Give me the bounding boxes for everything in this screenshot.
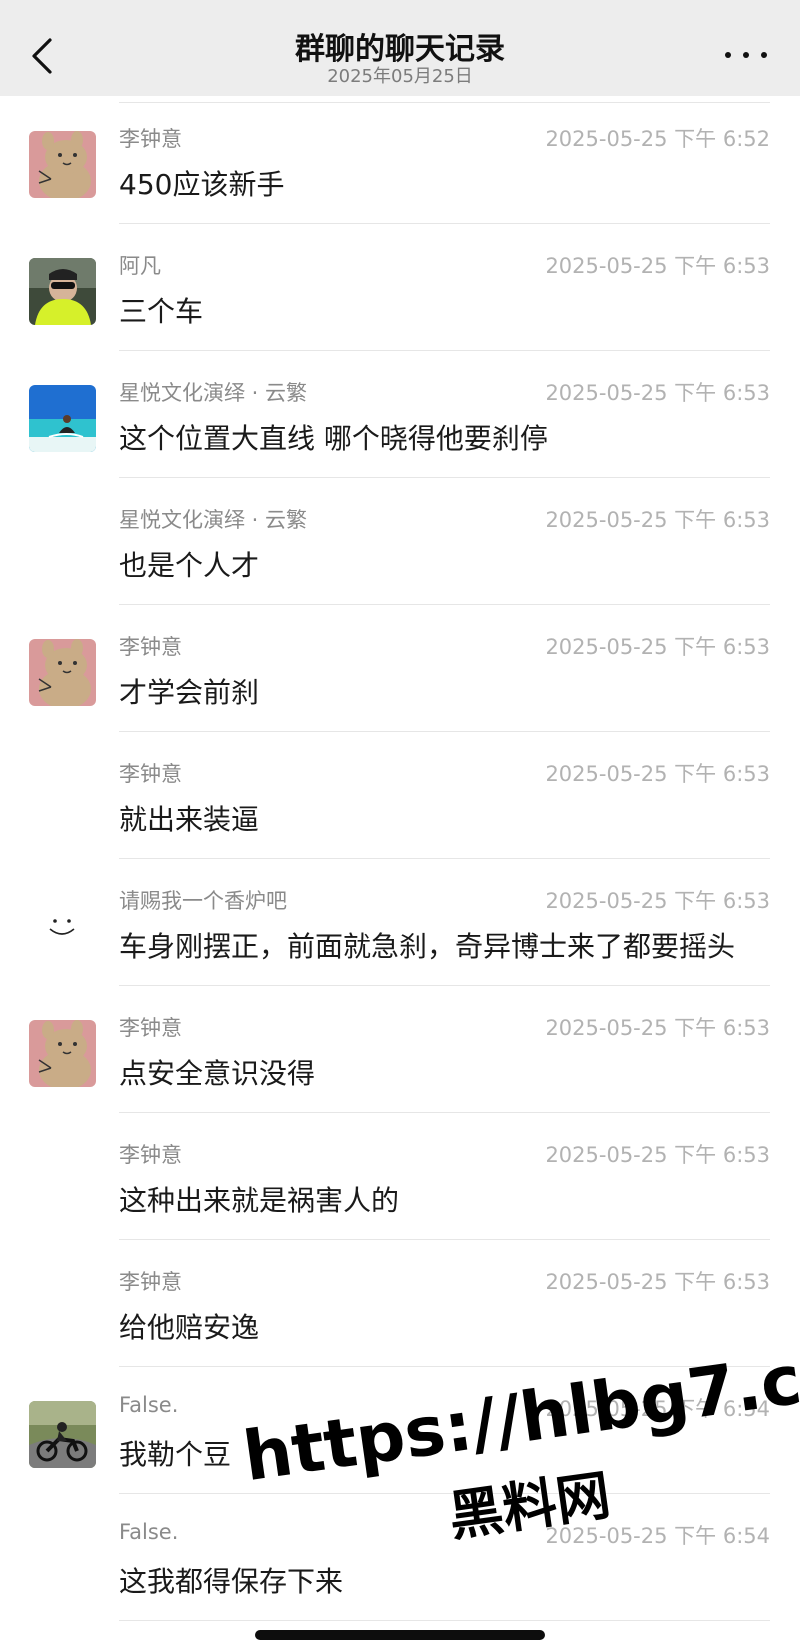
message-text: 三个车 [119, 295, 204, 328]
rabbit-avatar-icon [29, 1020, 96, 1087]
chat-message[interactable]: 李钟意 2025-05-25 下午 6:53 就出来装逼 [0, 731, 800, 858]
chat-message[interactable]: 李钟意 2025-05-25 下午 6:52 450应该新手 [0, 96, 800, 223]
divider [119, 1620, 770, 1621]
message-time: 2025-05-25 下午 6:53 [545, 254, 770, 278]
beach-avatar-icon [29, 385, 96, 452]
message-text: 这种出来就是祸害人的 [119, 1184, 400, 1217]
dot-icon [725, 52, 731, 58]
more-button[interactable] [722, 40, 770, 70]
sender-name: 星悦文化演绎 · 云繁 [119, 508, 308, 532]
motorcycle-avatar-icon [29, 1401, 96, 1468]
message-time: 2025-05-25 下午 6:53 [545, 889, 770, 913]
message-time: 2025-05-25 下午 6:53 [545, 1270, 770, 1294]
sender-name: 李钟意 [119, 1270, 182, 1294]
message-time: 2025-05-25 下午 6:53 [545, 635, 770, 659]
message-text: 车身刚摆正，前面就急刹，奇异博士来了都要摇头 [119, 930, 736, 963]
avatar[interactable] [29, 258, 96, 325]
message-text: 450应该新手 [119, 168, 285, 201]
dot-icon [761, 52, 767, 58]
sender-name: 请赐我一个香炉吧 [119, 889, 287, 913]
chat-message[interactable]: 请赐我一个香炉吧 2025-05-25 下午 6:53 车身刚摆正，前面就急刹，… [0, 858, 800, 985]
home-indicator[interactable] [255, 1630, 545, 1640]
rabbit-avatar-icon [29, 131, 96, 198]
chat-message[interactable]: 星悦文化演绎 · 云繁 2025-05-25 下午 6:53 也是个人才 [0, 477, 800, 604]
sender-name: False. [119, 1393, 179, 1417]
message-text: 点安全意识没得 [119, 1057, 316, 1090]
sender-name: 李钟意 [119, 635, 182, 659]
sender-name: 星悦文化演绎 · 云繁 [119, 381, 308, 405]
sender-name: 李钟意 [119, 1016, 182, 1040]
message-time: 2025-05-25 下午 6:53 [545, 1143, 770, 1167]
sender-name: 阿凡 [119, 254, 161, 278]
dot-icon [743, 52, 749, 58]
header-bar: 群聊的聊天记录 2025年05月25日 [0, 0, 800, 96]
avatar[interactable] [29, 639, 96, 706]
person-avatar-icon [29, 258, 96, 325]
page-date: 2025年05月25日 [327, 66, 473, 87]
message-text: 这个位置大直线 哪个晓得他要刹停 [119, 422, 548, 455]
rabbit-avatar-icon [29, 639, 96, 706]
message-text: 也是个人才 [119, 549, 260, 582]
sender-name: 李钟意 [119, 762, 182, 786]
avatar[interactable] [29, 1401, 96, 1468]
chat-message[interactable]: 阿凡 2025-05-25 下午 6:53 三个车 [0, 223, 800, 350]
message-text: 才学会前刹 [119, 676, 260, 709]
chat-message[interactable]: 李钟意 2025-05-25 下午 6:53 这种出来就是祸害人的 [0, 1112, 800, 1239]
chat-message[interactable]: 李钟意 2025-05-25 下午 6:53 才学会前刹 [0, 604, 800, 731]
sender-name: 李钟意 [119, 127, 182, 151]
message-text: 我勒个豆 [119, 1438, 232, 1471]
chat-message[interactable]: 星悦文化演绎 · 云繁 2025-05-25 下午 6:53 这个位置大直线 哪… [0, 350, 800, 477]
avatar[interactable] [29, 1020, 96, 1087]
message-time: 2025-05-25 下午 6:53 [545, 508, 770, 532]
chat-message[interactable]: 李钟意 2025-05-25 下午 6:53 点安全意识没得 [0, 985, 800, 1112]
avatar[interactable] [29, 893, 96, 960]
avatar[interactable] [29, 131, 96, 198]
chat-message[interactable]: 李钟意 2025-05-25 下午 6:53 给他赔安逸 [0, 1239, 800, 1366]
avatar[interactable] [29, 385, 96, 452]
message-time: 2025-05-25 下午 6:53 [545, 381, 770, 405]
message-text: 给他赔安逸 [119, 1311, 260, 1344]
message-text: 就出来装逼 [119, 803, 260, 836]
sender-name: 李钟意 [119, 1143, 182, 1167]
message-time: 2025-05-25 下午 6:52 [545, 127, 770, 151]
smiley-avatar-icon [29, 893, 96, 960]
message-time: 2025-05-25 下午 6:53 [545, 1016, 770, 1040]
message-time: 2025-05-25 下午 6:53 [545, 762, 770, 786]
sender-name: False. [119, 1520, 179, 1544]
